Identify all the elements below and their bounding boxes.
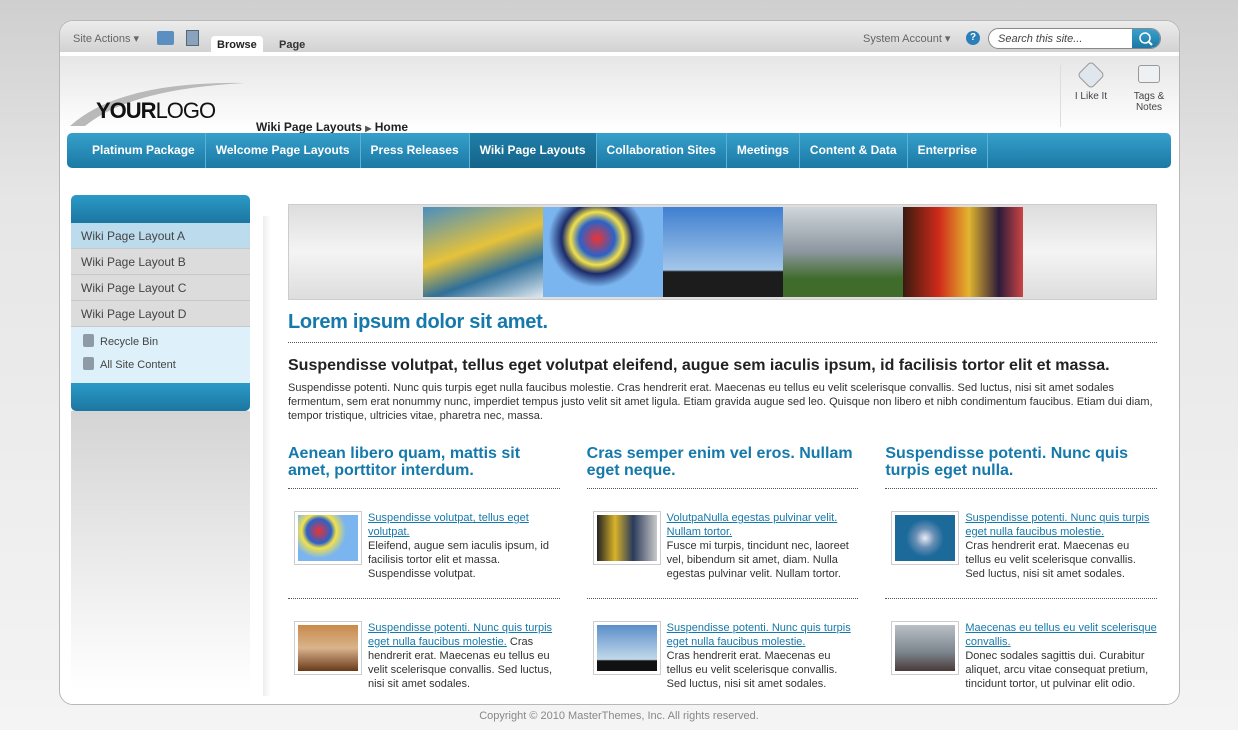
all-site-content-link[interactable]: All Site Content bbox=[83, 356, 250, 379]
article-link[interactable]: Suspendisse potenti. Nunc quis turpis eg… bbox=[965, 512, 1149, 538]
nav-wiki-page-layouts[interactable]: Wiki Page Layouts bbox=[469, 133, 597, 168]
footer-copyright: Copyright © 2010 MasterThemes, Inc. All … bbox=[479, 710, 759, 722]
tags-notes-icon bbox=[1138, 65, 1160, 83]
site-actions-label: Site Actions bbox=[73, 33, 131, 45]
tab-page[interactable]: Page bbox=[279, 39, 305, 51]
top-nav: Platinum Package Welcome Page Layouts Pr… bbox=[67, 133, 1171, 168]
article-text: Cras hendrerit erat. Maecenas eu tellus … bbox=[666, 650, 838, 690]
banner-windmill-image bbox=[663, 207, 783, 297]
column-heading: Aenean libero quam, mattis sit amet, por… bbox=[288, 445, 560, 489]
breadcrumb-current: Home bbox=[374, 120, 409, 134]
sidebar-item-layout-a[interactable]: Wiki Page Layout A bbox=[71, 223, 250, 249]
sidebar-shadow bbox=[263, 216, 271, 696]
tab-browse[interactable]: Browse bbox=[211, 36, 263, 54]
document-icon bbox=[83, 357, 94, 370]
page-subtitle: Suspendisse volutpat, tellus eget volutp… bbox=[288, 357, 1110, 374]
breadcrumb-arrow-icon: ▶ bbox=[365, 124, 372, 133]
sidebar-footer bbox=[71, 383, 250, 411]
social-actions: I Like It Tags & Notes bbox=[1060, 60, 1179, 127]
banner-theater-image bbox=[903, 207, 1023, 297]
article-link[interactable]: Suspendisse volutpat, tellus eget volutp… bbox=[368, 512, 529, 538]
banner-image-strip bbox=[288, 204, 1157, 300]
boat-thumbnail[interactable] bbox=[891, 511, 960, 565]
nav-meetings[interactable]: Meetings bbox=[727, 133, 800, 168]
banner-parasail-image bbox=[543, 207, 663, 297]
article-text: Cras hendrerit erat. Maecenas eu tellus … bbox=[965, 540, 1136, 580]
column-heading: Suspendisse potenti. Nunc quis turpis eg… bbox=[885, 445, 1158, 489]
article-text: Fusce mi turpis, tincidunt nec, laoreet … bbox=[666, 540, 849, 580]
list-item: VolutpaNulla egestas pulvinar velit. Nul… bbox=[586, 489, 859, 599]
search-input[interactable]: Search this site... bbox=[988, 28, 1161, 49]
account-label: System Account bbox=[863, 33, 942, 45]
column-3: Suspendisse potenti. Nunc quis turpis eg… bbox=[885, 445, 1158, 704]
breadcrumb: Wiki Page Layouts ▶ Home bbox=[256, 120, 408, 134]
list-item: Suspendisse volutpat, tellus eget volutp… bbox=[288, 489, 560, 599]
tags-notes-button[interactable]: Tags & Notes bbox=[1121, 65, 1177, 113]
tags-notes-label: Tags & Notes bbox=[1133, 91, 1165, 113]
list-item: Suspendisse potenti. Nunc quis turpis eg… bbox=[885, 489, 1158, 599]
all-site-content-label: All Site Content bbox=[100, 359, 176, 371]
page-title: Lorem ipsum dolor sit amet. bbox=[288, 311, 1157, 343]
recycle-bin-icon bbox=[83, 334, 94, 347]
site-actions-menu[interactable]: Site Actions ▾ bbox=[73, 32, 139, 45]
banner-jetski-image bbox=[423, 207, 543, 297]
header: YOURLOGO Wiki Page Layouts ▶ Home bbox=[60, 56, 1179, 134]
sidebar-links: Recycle Bin All Site Content bbox=[71, 327, 250, 383]
article-link[interactable]: Maecenas eu tellus eu velit scelerisque … bbox=[965, 622, 1156, 648]
article-link[interactable]: Suspendisse potenti. Nunc quis turpis eg… bbox=[667, 622, 851, 648]
tag-smiley-icon bbox=[1076, 60, 1106, 90]
nav-welcome-page-layouts[interactable]: Welcome Page Layouts bbox=[206, 133, 361, 168]
sidebar-item-layout-d[interactable]: Wiki Page Layout D bbox=[71, 301, 250, 327]
article-text: Eleifend, augue sem iaculis ipsum, id fa… bbox=[368, 540, 549, 580]
article-link[interactable]: VolutpaNulla egestas pulvinar velit. Nul… bbox=[667, 512, 838, 538]
search-icon[interactable] bbox=[1132, 29, 1160, 48]
nav-platinum-package[interactable]: Platinum Package bbox=[67, 133, 206, 168]
main-content: Lorem ipsum dolor sit amet. Suspendisse … bbox=[288, 311, 1158, 704]
recycle-bin-label: Recycle Bin bbox=[100, 336, 159, 348]
search-placeholder: Search this site... bbox=[998, 33, 1083, 45]
page-frame: Site Actions ▾ Browse Page System Accoun… bbox=[59, 20, 1180, 705]
breadcrumb-link[interactable]: Wiki Page Layouts bbox=[256, 120, 362, 134]
rollercoaster-thumbnail[interactable] bbox=[592, 511, 661, 565]
column-1: Aenean libero quam, mattis sit amet, por… bbox=[288, 445, 560, 704]
account-menu[interactable]: System Account ▾ bbox=[863, 32, 950, 45]
intro-paragraph: Suspendisse potenti. Nunc quis turpis eg… bbox=[288, 382, 1153, 422]
list-item: Maecenas eu tellus eu velit scelerisque … bbox=[885, 599, 1157, 704]
nav-enterprise[interactable]: Enterprise bbox=[908, 133, 988, 168]
column-heading: Cras semper enim vel eros. Nullam eget n… bbox=[586, 445, 859, 489]
navigate-up-icon[interactable] bbox=[157, 31, 174, 45]
article-columns: Aenean libero quam, mattis sit amet, por… bbox=[288, 445, 1158, 704]
sidebar-item-layout-b[interactable]: Wiki Page Layout B bbox=[71, 249, 250, 275]
sidebar-header bbox=[71, 195, 250, 223]
airplane-thumbnail[interactable] bbox=[294, 621, 362, 675]
sidebar-item-layout-c[interactable]: Wiki Page Layout C bbox=[71, 275, 250, 301]
list-item: Suspendisse potenti. Nunc quis turpis eg… bbox=[587, 599, 859, 704]
ribbon: Site Actions ▾ Browse Page System Accoun… bbox=[60, 21, 1179, 54]
column-2: Cras semper enim vel eros. Nullam eget n… bbox=[586, 445, 859, 704]
banner-city-image bbox=[783, 207, 903, 297]
nav-press-releases[interactable]: Press Releases bbox=[361, 133, 470, 168]
help-icon[interactable]: ? bbox=[966, 31, 980, 45]
city-street-thumbnail[interactable] bbox=[891, 621, 960, 675]
sidebar-background bbox=[71, 411, 250, 691]
windmill-thumbnail[interactable] bbox=[592, 621, 661, 675]
article-text: Donec sodales sagittis dui. Curabitur al… bbox=[965, 650, 1149, 690]
i-like-it-label: I Like It bbox=[1074, 91, 1108, 102]
sidebar: Wiki Page Layout A Wiki Page Layout B Wi… bbox=[71, 195, 250, 411]
nav-collaboration-sites[interactable]: Collaboration Sites bbox=[597, 133, 727, 168]
list-item: Suspendisse potenti. Nunc quis turpis eg… bbox=[288, 599, 560, 704]
parasail-thumbnail[interactable] bbox=[294, 511, 362, 565]
recycle-bin-link[interactable]: Recycle Bin bbox=[83, 333, 250, 356]
edit-page-icon[interactable] bbox=[186, 30, 199, 46]
nav-content-data[interactable]: Content & Data bbox=[800, 133, 908, 168]
i-like-it-button[interactable]: I Like It bbox=[1063, 60, 1119, 102]
